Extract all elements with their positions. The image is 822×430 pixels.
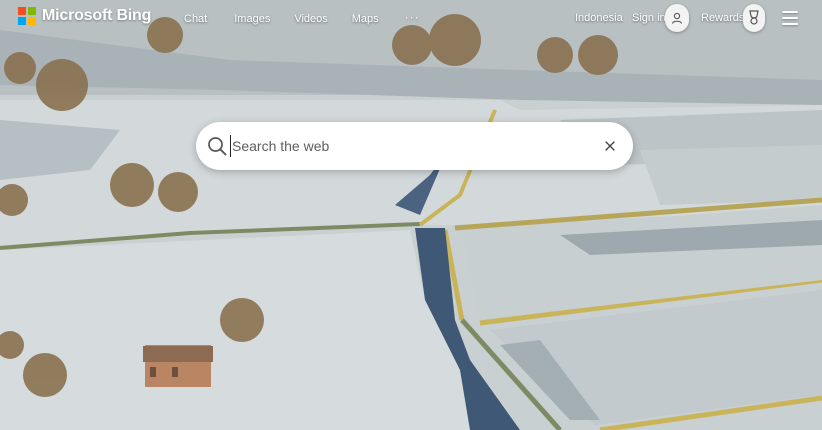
logo-square-blue [18,17,26,25]
nav-item-chat[interactable]: Chat [184,13,207,25]
nav-more-button[interactable]: ··· [405,10,420,24]
rewards-link[interactable]: Rewards [701,12,744,24]
brand-name: Microsoft Bing [42,7,152,24]
menu-icon-bar [782,11,798,13]
clear-icon[interactable] [602,138,618,154]
microsoft-logo-icon [18,7,36,25]
logo-square-red [18,7,26,15]
nav-item-images[interactable]: Images [234,13,270,25]
search-input[interactable] [230,135,590,157]
search-box [196,122,633,170]
search-icon[interactable] [207,136,227,156]
background-image [0,0,822,430]
logo-square-yellow [28,17,36,25]
sign-in-link[interactable]: Sign in [632,12,666,24]
menu-icon-bar [782,23,798,25]
nav-item-maps[interactable]: Maps [352,13,379,25]
menu-icon-bar [782,17,798,19]
region-selector[interactable]: Indonesia [575,12,623,24]
rewards-trophy-icon[interactable] [743,4,765,32]
main-nav: Chat Images Videos Maps ··· [184,10,420,25]
top-header: Microsoft Bing Chat Images Videos Maps ·… [0,0,822,40]
menu-icon[interactable] [782,11,798,25]
user-icon[interactable] [665,4,689,32]
nav-item-videos[interactable]: Videos [294,13,327,25]
logo-square-green [28,7,36,15]
bing-logo[interactable]: Microsoft Bing [18,7,151,25]
